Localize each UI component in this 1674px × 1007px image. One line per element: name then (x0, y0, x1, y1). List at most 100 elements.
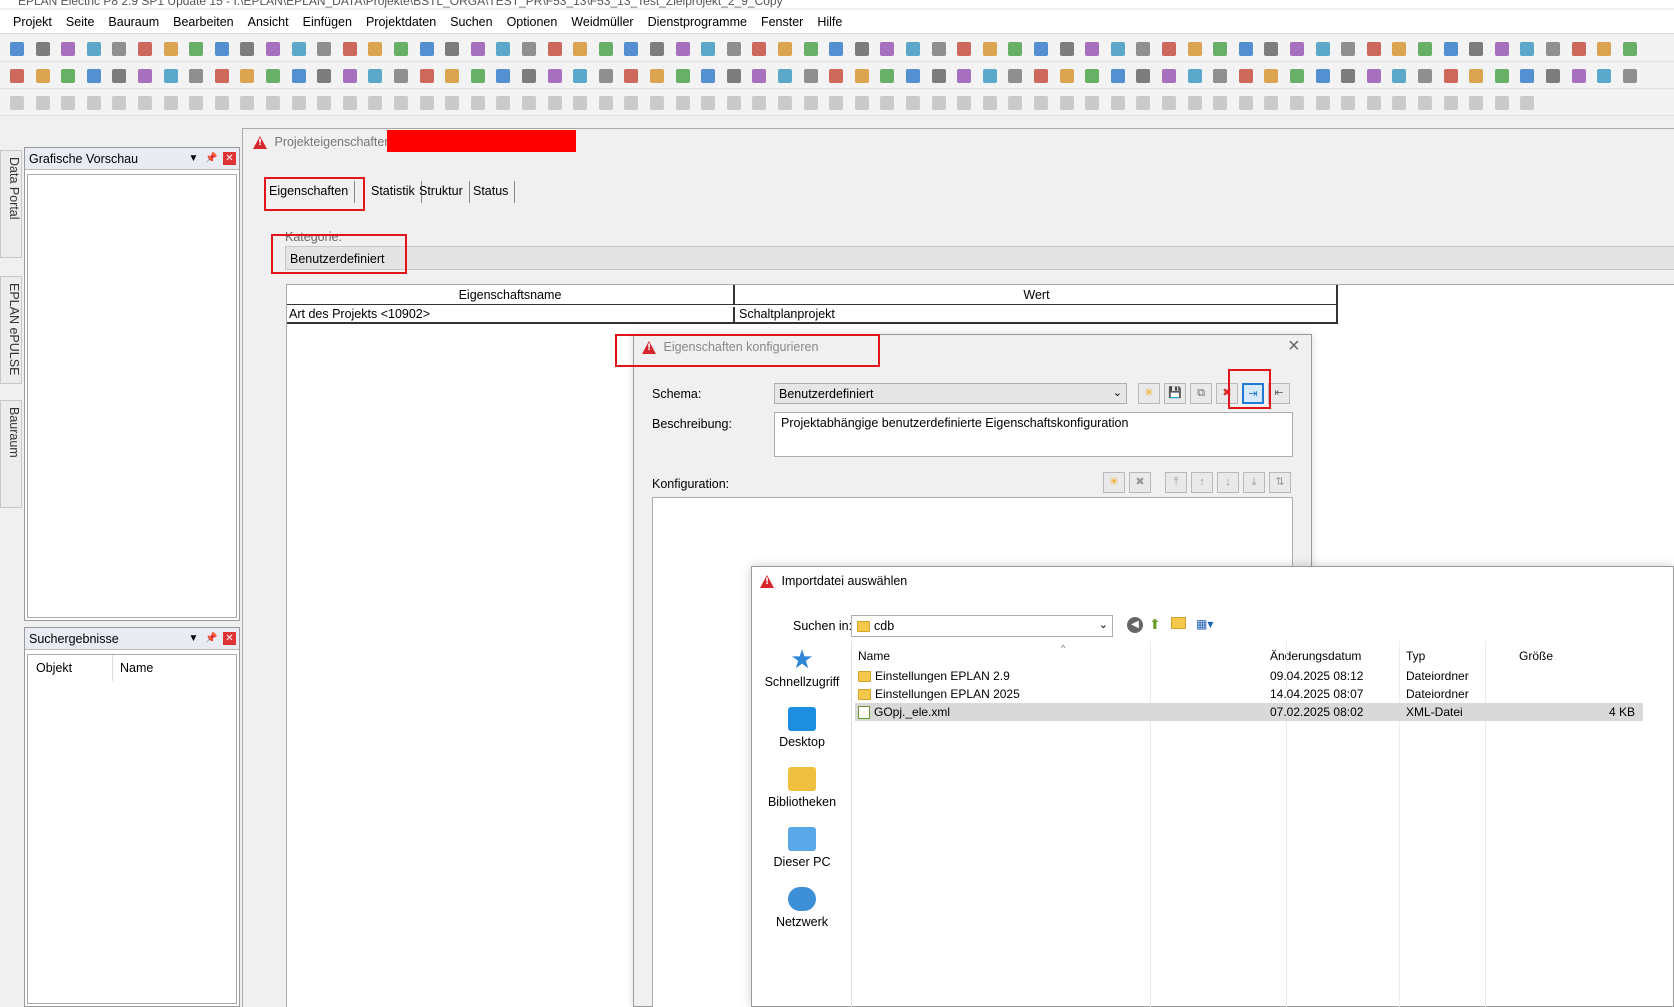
toolbar-button-icon[interactable] (317, 42, 332, 56)
toolbar-button-icon[interactable] (752, 42, 767, 56)
delete-entry-button[interactable]: ✖ (1129, 472, 1151, 493)
toolbar-button-icon[interactable] (1110, 69, 1125, 83)
toolbar-button-icon[interactable] (675, 96, 690, 110)
pin-icon[interactable]: 📌 (205, 632, 218, 645)
col-header-date[interactable]: Änderungsdatum (1270, 649, 1361, 663)
toolbar-button-icon[interactable] (1597, 42, 1612, 56)
toolbar-button-icon[interactable] (547, 42, 562, 56)
toolbar-button-icon[interactable] (1264, 42, 1279, 56)
quick-access-bibliotheken[interactable]: Bibliotheken (752, 767, 852, 809)
toolbar-button-icon[interactable] (1213, 42, 1228, 56)
toolbar-button-icon[interactable] (291, 96, 306, 110)
toolbar-button-icon[interactable] (163, 69, 178, 83)
toolbar-button-icon[interactable] (1187, 69, 1202, 83)
toolbar-button-icon[interactable] (701, 69, 716, 83)
toolbar-button-icon[interactable] (1238, 69, 1253, 83)
toolbar-button-icon[interactable] (1392, 42, 1407, 56)
schema-select[interactable]: Benutzerdefiniert ⌄ (774, 383, 1127, 404)
toolbar-button-icon[interactable] (112, 42, 127, 56)
toolbar-button-icon[interactable] (1622, 69, 1637, 83)
toolbar-button-icon[interactable] (1366, 69, 1381, 83)
toolbar-button-icon[interactable] (291, 42, 306, 56)
quick-access-schnellzugriff[interactable]: ★ Schnellzugriff (752, 646, 852, 689)
toolbar-button-icon[interactable] (957, 42, 972, 56)
toolbar-button-icon[interactable] (138, 42, 152, 56)
toolbar-button-icon[interactable] (1034, 69, 1048, 83)
toolbar-button-icon[interactable] (1187, 42, 1202, 56)
toolbar-button-icon[interactable] (1162, 42, 1176, 56)
toolbar-button-icon[interactable] (880, 42, 895, 56)
toolbar-button-icon[interactable] (240, 69, 255, 83)
copy-schema-button[interactable]: ⧉ (1190, 383, 1212, 404)
toolbar-button-icon[interactable] (778, 69, 792, 83)
toolbar-button-icon[interactable] (86, 42, 101, 56)
import-schema-button[interactable]: ⇥ (1242, 383, 1264, 404)
toolbar-button-icon[interactable] (214, 42, 229, 56)
toolbar-button-icon[interactable] (1571, 69, 1586, 83)
move-up-button[interactable]: ↑ (1191, 472, 1213, 493)
toolbar-button-icon[interactable] (317, 96, 332, 110)
toolbar-button-icon[interactable] (1571, 42, 1586, 56)
toolbar-button-icon[interactable] (445, 96, 460, 110)
toolbar-button-icon[interactable] (1034, 42, 1048, 56)
toolbar-button-icon[interactable] (1494, 96, 1509, 110)
menu-bauraum[interactable]: Bauraum (101, 15, 166, 29)
menu-seite[interactable]: Seite (59, 15, 102, 29)
toolbar-button-icon[interactable] (317, 69, 332, 83)
toolbar-button-icon[interactable] (931, 69, 946, 83)
col-header-name[interactable]: Name (858, 649, 890, 663)
toolbar-button-icon[interactable] (931, 96, 946, 110)
toolbar-button-icon[interactable] (624, 69, 639, 83)
toolbar-button-icon[interactable] (1520, 96, 1535, 110)
toolbar-button-icon[interactable] (470, 69, 485, 83)
toolbar-button-icon[interactable] (189, 96, 204, 110)
toolbar-button-icon[interactable] (266, 96, 280, 110)
delete-schema-button[interactable]: ✖ (1216, 383, 1238, 404)
toolbar-button-icon[interactable] (86, 96, 101, 110)
toolbar-button-icon[interactable] (1213, 96, 1228, 110)
move-down-button[interactable]: ↓ (1217, 472, 1239, 493)
toolbar-button-icon[interactable] (854, 42, 869, 56)
col-header-property-name[interactable]: Eigenschaftsname (287, 285, 735, 305)
toolbar-button-icon[interactable] (624, 42, 639, 56)
toolbar-button-icon[interactable] (598, 42, 613, 56)
toolbar-button-icon[interactable] (1290, 69, 1304, 83)
toolbar-button-icon[interactable] (1546, 69, 1560, 83)
toolbar-button-icon[interactable] (573, 96, 588, 110)
toolbar-button-icon[interactable] (342, 96, 357, 110)
toolbar-button-icon[interactable] (368, 69, 383, 83)
toolbar-button-icon[interactable] (598, 96, 613, 110)
toolbar-button-icon[interactable] (906, 96, 920, 110)
side-tab-bauraum[interactable]: Bauraum (0, 400, 22, 508)
toolbar-button-icon[interactable] (1418, 42, 1432, 56)
new-entry-button[interactable]: ✳ (1103, 472, 1125, 493)
menu-hilfe[interactable]: Hilfe (810, 15, 849, 29)
view-menu-icon[interactable]: ▦▾ (1196, 617, 1218, 633)
toolbar-button-icon[interactable] (138, 69, 152, 83)
toolbar-button-icon[interactable] (1418, 96, 1432, 110)
quick-access-netzwerk[interactable]: Netzwerk (752, 887, 852, 929)
table-row[interactable]: Art des Projekts <10902> Schaltplanproje… (287, 305, 1338, 324)
toolbar-button-icon[interactable] (675, 42, 690, 56)
toolbar-button-icon[interactable] (112, 96, 127, 110)
toolbar-button-icon[interactable] (1520, 42, 1535, 56)
toolbar-button-icon[interactable] (1392, 69, 1407, 83)
toolbar-button-icon[interactable] (1366, 42, 1381, 56)
toolbar-button-icon[interactable] (675, 69, 690, 83)
toolbar-button-icon[interactable] (1341, 69, 1356, 83)
toolbar-button-icon[interactable] (880, 69, 895, 83)
menu-projektdaten[interactable]: Projektdaten (359, 15, 443, 29)
toolbar-button-icon[interactable] (547, 96, 562, 110)
toolbar-button-icon[interactable] (931, 42, 946, 56)
dropdown-arrow-icon[interactable]: ▼ (187, 632, 200, 645)
toolbar-button-icon[interactable] (1264, 69, 1279, 83)
col-header-type[interactable]: Typ (1406, 649, 1425, 663)
new-folder-icon[interactable] (1171, 617, 1186, 629)
toolbar-button-icon[interactable] (240, 42, 255, 56)
toolbar-button-icon[interactable] (778, 42, 792, 56)
toolbar-button-icon[interactable] (35, 42, 50, 56)
toolbar-button-icon[interactable] (214, 96, 229, 110)
toolbar-button-icon[interactable] (522, 69, 536, 83)
menu-fenster[interactable]: Fenster (754, 15, 810, 29)
toolbar-button-icon[interactable] (880, 96, 895, 110)
